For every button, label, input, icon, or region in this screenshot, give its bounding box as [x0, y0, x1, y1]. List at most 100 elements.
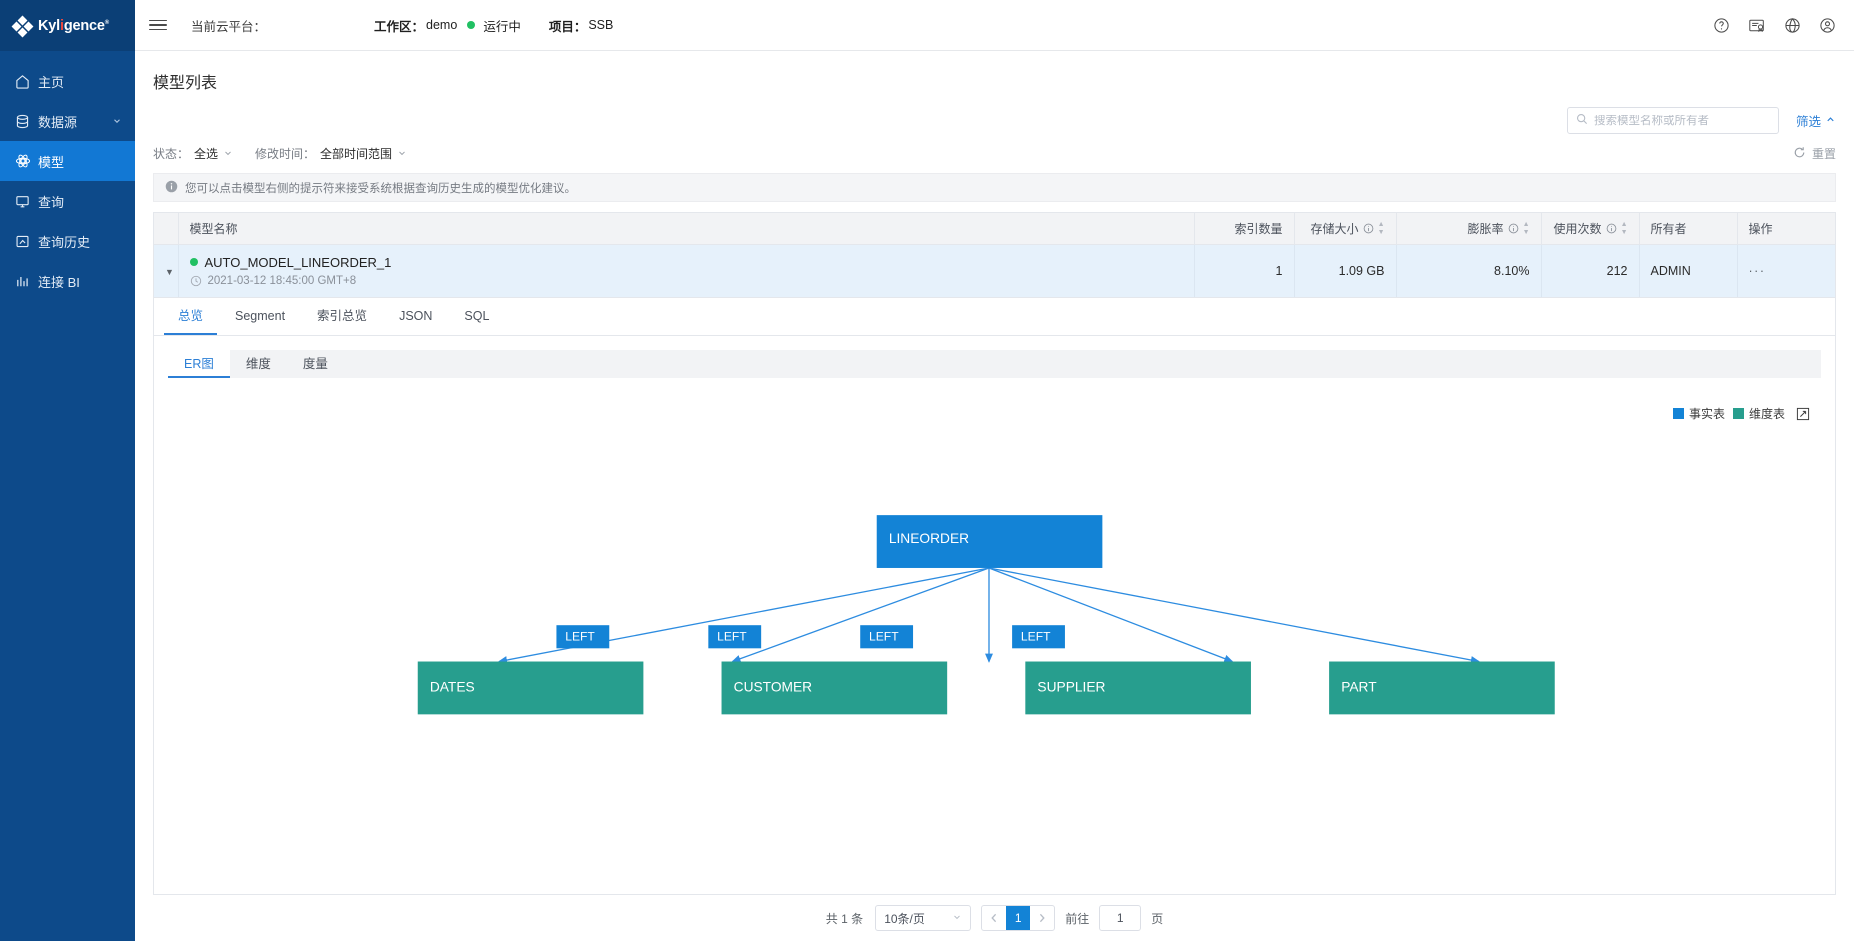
kyligence-logo-icon — [11, 15, 34, 37]
topbar: 当前云平台： 工作区： demo 运行中 项目： SSB — [135, 0, 1854, 51]
globe-icon[interactable] — [1784, 17, 1801, 34]
status-filter-value: 全选 — [194, 147, 219, 161]
table-row[interactable]: ▼ AUTO_MODEL_LINEORDER_1 2021-03-12 18:4… — [154, 244, 1835, 297]
jump-suffix: 页 — [1151, 911, 1164, 926]
model-icon — [14, 153, 31, 170]
database-icon — [14, 113, 31, 130]
col-header-storage-size[interactable]: 存储大小 ▲ ▼ — [1294, 213, 1397, 245]
page-size-value: 10条/页 — [884, 911, 925, 926]
sidebar-item-home[interactable]: 主页 — [0, 61, 135, 101]
page-size-select[interactable]: 10条/页 — [875, 905, 972, 931]
er-node-dim-customer[interactable]: CUSTOMER — [721, 661, 948, 715]
er-node-dim-dates[interactable]: DATES — [417, 661, 644, 715]
search-icon — [1576, 112, 1588, 130]
info-banner-text: 您可以点击模型右侧的提示符来接受系统根据查询历史生成的模型优化建议。 — [185, 182, 576, 195]
er-node-label: LINEORDER — [889, 531, 969, 546]
col-header-model-name: 模型名称 — [178, 213, 1195, 245]
er-node-label: SUPPLIER — [1037, 680, 1105, 695]
col-header-actions: 操作 — [1737, 213, 1835, 245]
modified-filter-label: 修改时间： — [255, 147, 316, 161]
help-icon[interactable] — [1713, 17, 1730, 34]
row-expand-toggle[interactable]: ▼ — [154, 244, 179, 297]
modified-filter-select[interactable]: 全部时间范围 — [320, 145, 407, 162]
chevron-up-icon — [1825, 114, 1836, 128]
tab-json[interactable]: JSON — [385, 298, 446, 335]
row-actions-button[interactable]: ··· — [1737, 244, 1835, 297]
license-icon[interactable] — [1748, 17, 1766, 34]
sidebar-item-query-history[interactable]: 查询历史 — [0, 221, 135, 261]
menu-toggle-icon[interactable] — [149, 19, 167, 31]
brand-logo[interactable]: Kyligence® — [0, 0, 135, 51]
page-number-1[interactable]: 1 — [1006, 906, 1031, 930]
more-actions-icon[interactable]: ··· — [1749, 264, 1766, 278]
reset-label: 重置 — [1811, 147, 1836, 161]
status-filter-label: 状态： — [153, 147, 190, 161]
reset-button[interactable]: 重置 — [1793, 145, 1836, 162]
er-node-fact-lineorder[interactable]: LINEORDER — [876, 515, 1103, 568]
er-diagram: LINEORDER LEFT LEFT LEFT LEFT DATES CUST… — [169, 378, 1820, 879]
prev-page-button[interactable] — [982, 906, 1006, 930]
detail-tabs: 总览 Segment 索引总览 JSON SQL — [154, 298, 1835, 336]
project-value: SSB — [588, 18, 614, 32]
topbar-icons — [1713, 17, 1836, 34]
info-banner: 您可以点击模型右侧的提示符来接受系统根据查询历史生成的模型优化建议。 — [153, 173, 1836, 202]
sort-icon[interactable]: ▲ ▼ — [1523, 221, 1530, 236]
tab-sql[interactable]: SQL — [450, 298, 503, 335]
er-node-dim-part[interactable]: PART — [1329, 661, 1555, 715]
pagination-nav: 1 — [981, 905, 1056, 931]
search-box[interactable] — [1566, 107, 1779, 134]
sidebar-item-connect-bi[interactable]: 连接 BI — [0, 261, 135, 301]
sidebar-item-query[interactable]: 查询 — [0, 181, 135, 221]
modified-filter-value: 全部时间范围 — [320, 147, 393, 161]
sort-icon[interactable]: ▲ ▼ — [1621, 221, 1628, 236]
model-detail-panel: 总览 Segment 索引总览 JSON SQL ER图 维度 度量 事实表 维… — [153, 298, 1836, 895]
pagination: 共 1 条 10条/页 1 前往 1 页 — [135, 895, 1854, 941]
col-header-expansion-rate[interactable]: 膨胀率 ▲ ▼ — [1396, 213, 1542, 245]
sort-icon[interactable]: ▲ ▼ — [1378, 221, 1385, 236]
sidebar-item-datasource[interactable]: 数据源 — [0, 101, 135, 141]
cloud-platform-label: 当前云平台： — [191, 19, 267, 34]
col-header-owner: 所有者 — [1639, 213, 1738, 245]
search-input[interactable] — [1593, 114, 1770, 127]
sidebar-label: 数据源 — [38, 114, 78, 130]
pagination-total-count: 1 — [841, 911, 848, 926]
sql-icon — [14, 193, 31, 210]
filter-toggle[interactable]: 筛选 — [1796, 111, 1836, 130]
er-join-label: LEFT — [869, 630, 899, 644]
overview-content: ER图 维度 度量 事实表 维度表 LINEORDER LEFT LEFT LE… — [154, 336, 1835, 894]
subtab-er-diagram[interactable]: ER图 — [168, 350, 230, 378]
cell-expansion-rate: 8.10% — [1396, 244, 1542, 297]
chevron-down-icon — [952, 911, 962, 925]
tab-overview[interactable]: 总览 — [164, 298, 218, 335]
model-name-text[interactable]: AUTO_MODEL_LINEORDER_1 — [205, 255, 392, 270]
col-header-usage-count[interactable]: 使用次数 ▲ ▼ — [1541, 213, 1640, 245]
tab-index-overview[interactable]: 索引总览 — [303, 298, 381, 335]
er-node-label: DATES — [430, 680, 475, 695]
account-icon[interactable] — [1819, 17, 1836, 34]
workspace-label: 工作区： — [374, 19, 425, 34]
sidebar-nav: 主页 数据源 模型 查询 查询历史 连接 BI — [0, 51, 135, 301]
tab-segment[interactable]: Segment — [221, 298, 299, 335]
subtab-dimension[interactable]: 维度 — [230, 350, 287, 378]
project-info: 项目： SSB — [549, 16, 614, 35]
history-icon — [14, 233, 31, 250]
er-links — [497, 567, 1481, 664]
col-header-index-count: 索引数量 — [1194, 213, 1295, 245]
er-node-label: CUSTOMER — [734, 680, 813, 695]
filter-toggle-label: 筛选 — [1795, 115, 1821, 129]
overview-subtabs: ER图 维度 度量 — [168, 350, 1821, 378]
jump-label: 前往 — [1065, 911, 1090, 926]
jump-page-input[interactable] — [1099, 905, 1142, 931]
er-node-dim-supplier[interactable]: SUPPLIER — [1025, 661, 1251, 715]
subtab-measure[interactable]: 度量 — [287, 350, 344, 378]
er-join-label: LEFT — [717, 630, 747, 644]
sidebar-item-model[interactable]: 模型 — [0, 141, 135, 181]
er-join-label: LEFT — [565, 630, 595, 644]
next-page-button[interactable] — [1030, 906, 1054, 930]
chevron-down-icon — [397, 147, 407, 161]
cell-owner: ADMIN — [1639, 244, 1738, 297]
workspace-value: demo — [426, 18, 458, 32]
er-join-label: LEFT — [1021, 630, 1051, 644]
home-icon — [14, 73, 31, 90]
status-filter-select[interactable]: 全选 — [194, 145, 233, 162]
